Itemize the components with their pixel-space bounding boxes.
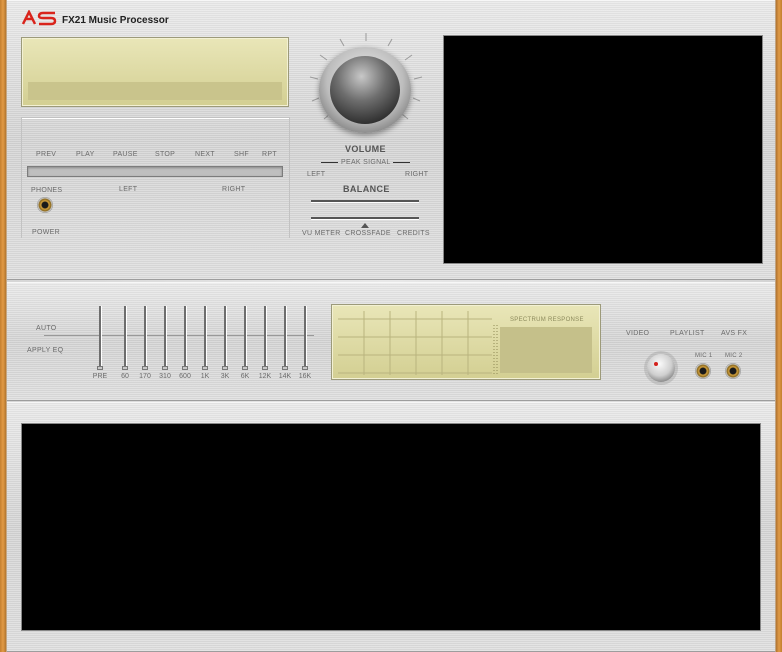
spectrum-display: SPECTRUM RESPONSE xyxy=(331,304,601,380)
eq-band-label: PRE xyxy=(92,373,108,380)
eq-slider-310[interactable] xyxy=(162,306,168,370)
eq-auto-line xyxy=(44,335,314,336)
eq-slider-12k[interactable] xyxy=(262,306,268,370)
eq-auto-button[interactable]: AUTO xyxy=(36,325,57,332)
eq-slider-thumb[interactable] xyxy=(142,366,148,370)
stop-button[interactable]: STOP xyxy=(155,151,175,158)
repeat-button[interactable]: RPT xyxy=(262,151,277,158)
power-button[interactable]: POWER xyxy=(32,229,60,236)
mic1-jack[interactable] xyxy=(695,363,711,379)
shuffle-button[interactable]: SHF xyxy=(234,151,249,158)
eq-slider-14k[interactable] xyxy=(282,306,288,370)
phones-label: PHONES xyxy=(31,187,63,194)
eq-band-label: 16K xyxy=(298,373,312,380)
volume-label: VOLUME xyxy=(345,144,386,154)
eq-slider-6k[interactable] xyxy=(242,306,248,370)
apply-eq-button[interactable]: APPLY EQ xyxy=(27,347,63,354)
credits-button[interactable]: CREDITS xyxy=(397,230,430,237)
app-window: FX21 Music Processor PREV PLAY PAUSE STO… xyxy=(0,0,782,652)
eq-slider-track xyxy=(244,306,246,368)
crossfade-marker-icon xyxy=(361,223,369,228)
eq-slider-thumb[interactable] xyxy=(302,366,308,370)
seek-bar[interactable] xyxy=(27,166,283,177)
eq-slider-track xyxy=(224,306,226,368)
peak-signal-label: PEAK SIGNAL xyxy=(341,159,391,166)
mic2-jack[interactable] xyxy=(725,363,741,379)
eq-slider-thumb[interactable] xyxy=(97,366,103,370)
balance-left-label: LEFT xyxy=(307,171,326,178)
song-progress-bar xyxy=(28,82,282,100)
pause-button[interactable]: PAUSE xyxy=(113,151,138,158)
eq-slider-track xyxy=(284,306,286,368)
transport-panel xyxy=(21,117,290,238)
eq-slider-thumb[interactable] xyxy=(262,366,268,370)
mic2-label: MIC 2 xyxy=(725,353,743,359)
eq-slider-track xyxy=(99,306,101,368)
song-display-lcd xyxy=(21,37,289,107)
balance-slider[interactable] xyxy=(311,200,419,202)
video-display xyxy=(443,35,763,264)
eq-slider-16k[interactable] xyxy=(302,306,308,370)
peak-signal-line-left xyxy=(321,162,338,163)
brand-logo-icon xyxy=(21,10,57,26)
eq-slider-1k[interactable] xyxy=(202,306,208,370)
phones-jack[interactable] xyxy=(37,197,53,213)
vu-meter-button[interactable]: VU METER xyxy=(302,230,341,237)
app-title: FX21 Music Processor xyxy=(62,15,169,26)
eq-slider-thumb[interactable] xyxy=(242,366,248,370)
eq-slider-600[interactable] xyxy=(182,306,188,370)
eq-slider-track xyxy=(184,306,186,368)
mic-gain-knob[interactable] xyxy=(647,354,675,382)
playlist-button[interactable]: PLAYLIST xyxy=(670,330,705,337)
prev-button[interactable]: PREV xyxy=(36,151,56,158)
balance-right-label: RIGHT xyxy=(405,171,429,178)
eq-slider-60[interactable] xyxy=(122,306,128,370)
left-channel-label: LEFT xyxy=(119,186,138,193)
spectrum-response-label: SPECTRUM RESPONSE xyxy=(510,317,584,323)
eq-slider-track xyxy=(144,306,146,368)
top-panel: FX21 Music Processor PREV PLAY PAUSE STO… xyxy=(7,0,775,280)
eq-slider-track xyxy=(204,306,206,368)
visualization-display xyxy=(21,423,761,631)
mic-knob-indicator-icon xyxy=(654,362,658,366)
crossfade-button[interactable]: CROSSFADE xyxy=(345,230,391,237)
right-channel-label: RIGHT xyxy=(222,186,246,193)
eq-slider-track xyxy=(264,306,266,368)
eq-slider-track xyxy=(124,306,126,368)
eq-slider-thumb[interactable] xyxy=(122,366,128,370)
eq-slider-track xyxy=(164,306,166,368)
video-button[interactable]: VIDEO xyxy=(626,330,649,337)
crossfade-slider[interactable] xyxy=(311,217,419,219)
play-button[interactable]: PLAY xyxy=(76,151,95,158)
eq-slider-thumb[interactable] xyxy=(282,366,288,370)
bottom-panel xyxy=(7,402,775,652)
eq-slider-thumb[interactable] xyxy=(202,366,208,370)
eq-slider-thumb[interactable] xyxy=(182,366,188,370)
balance-label: BALANCE xyxy=(343,184,390,194)
volume-knob-cap xyxy=(330,56,400,124)
equalizer-panel: AUTO APPLY EQ PRE 60 170 310 600 1K 3K 6K 12K 14K… xyxy=(7,282,775,401)
next-button[interactable]: NEXT xyxy=(195,151,215,158)
eq-slider-pre[interactable] xyxy=(97,306,103,370)
eq-slider-thumb[interactable] xyxy=(222,366,228,370)
eq-slider-170[interactable] xyxy=(142,306,148,370)
avs-fx-button[interactable]: AVS FX xyxy=(721,330,747,337)
mic1-label: MIC 1 xyxy=(695,353,713,359)
eq-slider-3k[interactable] xyxy=(222,306,228,370)
eq-slider-thumb[interactable] xyxy=(162,366,168,370)
eq-slider-track xyxy=(304,306,306,368)
peak-signal-line-right xyxy=(393,162,410,163)
